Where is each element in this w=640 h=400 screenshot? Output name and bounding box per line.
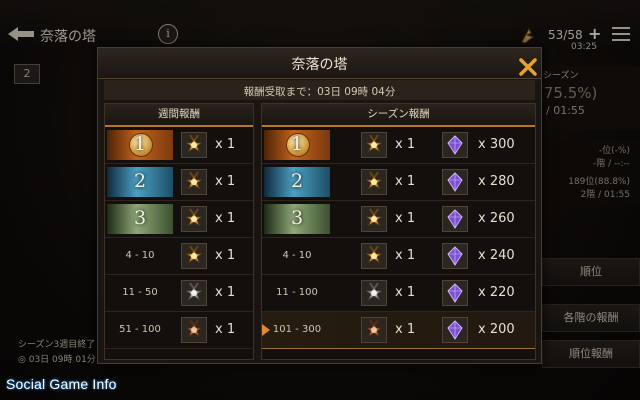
rank-range: 101 - 300 xyxy=(272,324,322,335)
gem-icon[interactable] xyxy=(442,206,468,232)
reward-modal: 奈落の塔 報酬受取まで：03日 09時 04分 週間報酬 1 x 1 2 x 1 3 x … xyxy=(97,47,542,364)
rank-badge: 1 xyxy=(107,130,173,160)
weekly-reward-column: 週間報酬 1x 12x 13x 14 - 10 x 1 11 - 50 x 1 51 -… xyxy=(104,103,254,360)
rank-range: 51 - 100 xyxy=(119,324,161,335)
weekly-reward-list[interactable]: 1 x 1 2 x 1 3 x 1 4 - 10 x 1 11 - 50 x 1 51 - 100 x… xyxy=(105,127,253,349)
rank-number: 3 xyxy=(290,207,304,229)
reward-quantity: x 1 xyxy=(215,211,236,226)
weekly-reward-row: 51 - 100 x 1 xyxy=(105,312,253,349)
rank-number: 1 xyxy=(290,133,304,155)
weekly-reward-row: 11 - 50 x 1 xyxy=(105,275,253,312)
rank-badge: 3 xyxy=(107,204,173,234)
gem-icon[interactable] xyxy=(442,169,468,195)
season-reward-row: 2 x 1 x 280 xyxy=(262,164,535,201)
season-reward-row: 101 - 300 x 1 x 200 xyxy=(262,312,535,349)
reward-timer: 報酬受取まで：03日 09時 04分 xyxy=(243,86,396,98)
silver-medal-icon[interactable] xyxy=(181,280,207,306)
season-reward-row: 3 x 1 x 260 xyxy=(262,201,535,238)
gem-quantity: x 300 xyxy=(478,137,515,152)
rank-number: 2 xyxy=(290,170,304,192)
watermark: Social Game Info xyxy=(6,376,117,392)
gold-medal-icon[interactable] xyxy=(181,243,207,269)
rank-badge: 2 xyxy=(264,167,330,197)
weekly-reward-header: 週間報酬 xyxy=(105,104,253,127)
reward-quantity: x 1 xyxy=(395,285,416,300)
weekly-reward-row: 4 - 10 x 1 xyxy=(105,238,253,275)
season-reward-row: 4 - 10 x 1 x 240 xyxy=(262,238,535,275)
reward-quantity: x 1 xyxy=(395,211,416,226)
season-reward-row: 11 - 100 x 1 x 220 xyxy=(262,275,535,312)
gem-quantity: x 200 xyxy=(478,322,515,337)
reward-quantity: x 1 xyxy=(215,174,236,189)
rank-range: 4 - 10 xyxy=(125,250,155,261)
modal-title: 奈落の塔 xyxy=(291,57,348,73)
rank-number: 3 xyxy=(133,207,147,229)
reward-quantity: x 1 xyxy=(215,322,236,337)
gem-icon[interactable] xyxy=(442,243,468,269)
weekly-reward-row: 3 x 1 xyxy=(105,201,253,238)
reward-quantity: x 1 xyxy=(395,174,416,189)
reward-quantity: x 1 xyxy=(395,322,416,337)
gold-medal-icon[interactable] xyxy=(361,169,387,195)
rank-badge: 3 xyxy=(264,204,330,234)
rank-range: 11 - 50 xyxy=(122,287,158,298)
gold-medal-icon[interactable] xyxy=(361,243,387,269)
close-icon xyxy=(519,58,537,76)
rank-number: 1 xyxy=(133,133,147,155)
gem-icon[interactable] xyxy=(442,317,468,343)
gem-quantity: x 260 xyxy=(478,211,515,226)
close-button[interactable] xyxy=(518,57,538,77)
reward-quantity: x 1 xyxy=(215,137,236,152)
gem-quantity: x 220 xyxy=(478,285,515,300)
season-reward-header: シーズン報酬 xyxy=(262,104,535,127)
gem-quantity: x 280 xyxy=(478,174,515,189)
reward-quantity: x 1 xyxy=(215,248,236,263)
bronze-medal-icon[interactable] xyxy=(181,317,207,343)
gold-medal-icon[interactable] xyxy=(361,206,387,232)
gold-medal-icon[interactable] xyxy=(181,206,207,232)
reward-quantity: x 1 xyxy=(395,248,416,263)
gold-medal-icon[interactable] xyxy=(181,169,207,195)
rank-range: 4 - 10 xyxy=(282,250,312,261)
season-reward-row: 1 x 1 x 300 xyxy=(262,127,535,164)
weekly-reward-row: 2 x 1 xyxy=(105,164,253,201)
rank-badge: 2 xyxy=(107,167,173,197)
silver-medal-icon[interactable] xyxy=(361,280,387,306)
gold-medal-icon[interactable] xyxy=(361,132,387,158)
reward-quantity: x 1 xyxy=(395,137,416,152)
rank-badge: 1 xyxy=(264,130,330,160)
season-reward-column: シーズン報酬 1 x 1 x 300 2 x 1 x 280 3 x 1 x 260 4 - 10… xyxy=(261,103,536,360)
gold-medal-icon[interactable] xyxy=(181,132,207,158)
rank-range: 11 - 100 xyxy=(276,287,318,298)
rank-number: 2 xyxy=(133,170,147,192)
gem-icon[interactable] xyxy=(442,132,468,158)
gem-quantity: x 240 xyxy=(478,248,515,263)
gem-icon[interactable] xyxy=(442,280,468,306)
bronze-medal-icon[interactable] xyxy=(361,317,387,343)
reward-quantity: x 1 xyxy=(215,285,236,300)
season-reward-list[interactable]: 1 x 1 x 300 2 x 1 x 280 3 x 1 x 260 4 - 10 x 1 x 24… xyxy=(262,127,535,349)
weekly-reward-row: 1 x 1 xyxy=(105,127,253,164)
